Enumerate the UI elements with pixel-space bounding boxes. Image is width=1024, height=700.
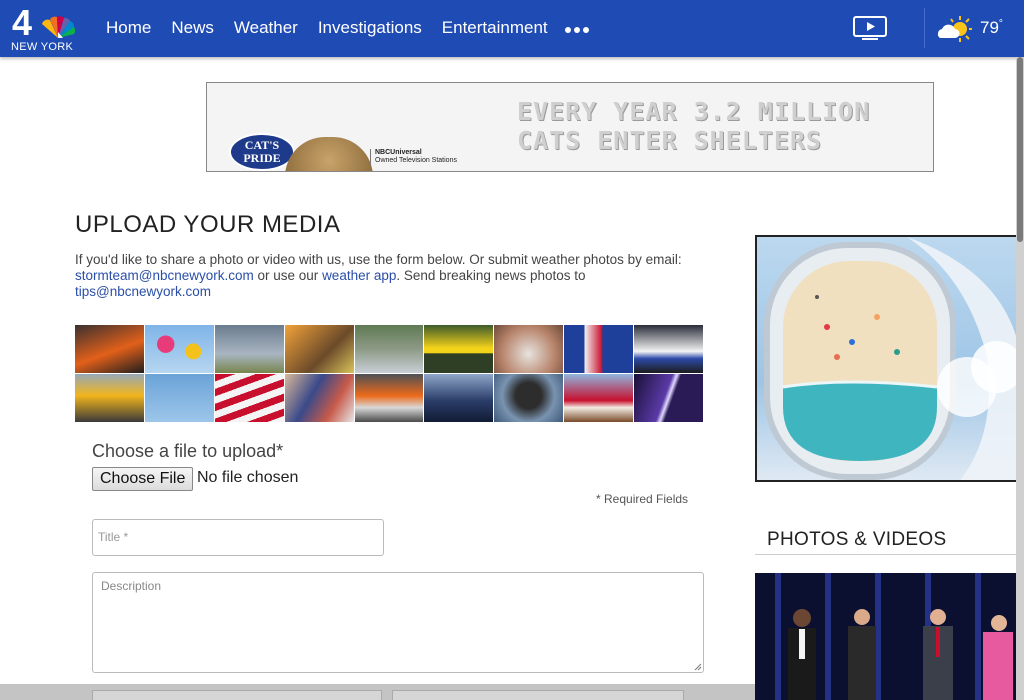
mosaic-flood-car-image <box>354 325 424 373</box>
mosaic-school-bus-image <box>75 374 144 422</box>
logo-number: 4 <box>12 2 33 43</box>
nav-entertainment[interactable]: Entertainment <box>442 18 548 38</box>
play-tv-icon[interactable] <box>852 14 888 42</box>
email-field[interactable] <box>392 690 684 700</box>
ad-brand-logo: CAT'S PRIDE <box>229 133 295 171</box>
nav-investigations[interactable]: Investigations <box>318 18 422 38</box>
airplane-window-image <box>764 237 1019 480</box>
mosaic-tornado-image <box>214 325 284 373</box>
resize-handle-icon[interactable] <box>694 663 702 671</box>
title-input[interactable]: Title * <box>92 519 384 556</box>
mosaic-firefighters-image <box>284 325 354 373</box>
photos-videos-heading: PHOTOS & VIDEOS <box>767 529 947 550</box>
ad-cat-image <box>285 137 373 171</box>
peacock-icon <box>42 16 76 38</box>
name-field[interactable] <box>92 690 382 700</box>
nav-home[interactable]: Home <box>106 18 151 38</box>
mosaic-police-car-image <box>634 325 703 373</box>
file-status: No file chosen <box>197 469 299 486</box>
section-divider <box>755 554 1017 555</box>
tips-email-link[interactable]: tips@nbcnewyork.com <box>75 284 211 299</box>
required-fields-note: * Required Fields <box>596 492 689 506</box>
more-dots-icon[interactable] <box>565 27 589 33</box>
video-stage-image <box>755 573 1017 700</box>
weather-app-link[interactable]: weather app <box>322 268 396 283</box>
station-logo[interactable]: 4 NEW YORK <box>10 2 80 54</box>
logo-city: NEW YORK <box>11 41 74 53</box>
mosaic-helicopter-image <box>144 374 214 422</box>
main-nav: Home News Weather Investigations Enterta… <box>106 18 568 38</box>
weather-email-link[interactable]: stormteam@nbcnewyork.com <box>75 268 254 283</box>
mosaic-gas-prices-image <box>564 325 634 373</box>
mosaic-bridge-image <box>424 374 494 422</box>
page-title: UPLOAD YOUR MEDIA <box>75 211 341 238</box>
mosaic-police-tape-image <box>424 325 494 373</box>
temperature[interactable]: 79° <box>980 18 1003 38</box>
mosaic-fire-image <box>75 325 144 373</box>
banner-ad[interactable]: CAT'S PRIDE NBCUniversal Owned Televisio… <box>206 82 934 172</box>
partly-sunny-icon[interactable] <box>936 14 972 44</box>
ad-network: NBCUniversal Owned Television Stations <box>370 149 457 165</box>
top-navigation-bar: 4 NEW YORK Home News Weather Investigati… <box>0 0 1024 57</box>
choose-file-button[interactable]: Choose File <box>92 467 194 491</box>
header-divider <box>924 8 925 48</box>
mosaic-smoke-image <box>494 374 564 422</box>
nav-news[interactable]: News <box>171 18 214 38</box>
description-textarea[interactable]: Description <box>92 572 704 673</box>
mosaic-crowd-image <box>284 374 354 422</box>
nav-weather[interactable]: Weather <box>234 18 298 38</box>
mosaic-cyclone-image <box>564 374 634 422</box>
mosaic-lightning-image <box>634 374 703 422</box>
intro-text: If you'd like to share a photo or video … <box>75 252 682 299</box>
news-photo-mosaic <box>75 325 703 422</box>
airplane-window-ad[interactable] <box>755 235 1021 482</box>
featured-video-thumbnail[interactable] <box>755 573 1017 700</box>
mosaic-flag-image <box>214 374 284 422</box>
mosaic-hail-image <box>494 325 564 373</box>
scrollbar-thumb[interactable] <box>1017 57 1023 242</box>
mosaic-balloons-image <box>144 325 214 373</box>
file-upload-label: Choose a file to upload* <box>92 441 284 461</box>
mosaic-truck-fire-image <box>354 374 424 422</box>
ad-headline: EVERY YEAR 3.2 MILLION CATS ENTER SHELTE… <box>517 97 871 155</box>
